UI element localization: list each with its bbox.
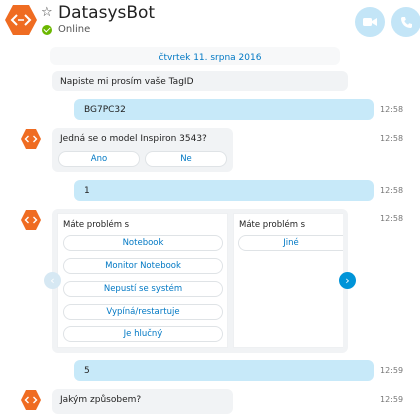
message-text: Jakým způsobem? — [60, 395, 142, 405]
card-option-button[interactable]: Jiné — [238, 235, 343, 251]
message-time: 12:58 — [380, 186, 404, 195]
audio-call-button[interactable] — [391, 7, 420, 37]
chevron-right-icon: › — [345, 274, 350, 287]
bot-avatar-icon — [21, 129, 41, 149]
card-option-button[interactable]: Nepustí se systém — [63, 281, 223, 297]
card-option-button[interactable]: Je hlučný — [63, 326, 223, 342]
card-option-button[interactable]: Monitor Notebook — [63, 258, 223, 274]
user-message: BG7PC32 — [74, 99, 374, 120]
phone-icon — [400, 16, 412, 28]
card-title: Máte problém s — [63, 220, 130, 230]
carousel-card: Máte problém s — [233, 213, 343, 348]
message-text: 1 — [84, 186, 90, 196]
card-option-button[interactable]: Vypíná/restartuje — [63, 304, 223, 320]
message-time: 12:58 — [380, 134, 404, 143]
message-time: 12:59 — [380, 366, 404, 375]
message-time: 12:59 — [380, 395, 404, 404]
online-status-icon — [42, 25, 52, 35]
star-icon[interactable]: ☆ — [41, 5, 53, 20]
card-option-button[interactable]: Notebook — [63, 235, 223, 251]
contact-name: DatasysBot — [58, 3, 156, 23]
bot-avatar-icon — [21, 210, 41, 230]
message-text: 5 — [84, 366, 90, 376]
choice-button-ano[interactable]: Ano — [58, 151, 140, 167]
message-text: Napiste mi prosím vaše TagID — [60, 77, 194, 87]
chat-header: ☆ DatasysBot Online — [0, 0, 420, 44]
video-camera-icon — [363, 18, 377, 26]
message-text: Jedná se o model Inspiron 3543? — [60, 134, 207, 144]
carousel-next-button[interactable]: › — [339, 272, 356, 289]
user-message: 5 — [74, 360, 374, 381]
bot-message: Jakým způsobem? — [52, 389, 233, 414]
message-time: 12:58 — [380, 105, 404, 114]
user-message: 1 — [74, 180, 374, 201]
carousel-prev-button[interactable]: ‹ — [44, 272, 61, 289]
video-call-button[interactable] — [355, 7, 385, 37]
date-divider: čtvrtek 11. srpna 2016 — [158, 53, 262, 63]
bot-avatar-icon[interactable] — [4, 3, 38, 37]
bot-avatar-icon — [21, 390, 41, 410]
choice-button-ne[interactable]: Ne — [145, 151, 227, 167]
card-title: Máte problém s — [239, 220, 306, 230]
message-time: 12:58 — [380, 214, 404, 223]
bot-message: Napiste mi prosím vaše TagID — [52, 71, 348, 91]
contact-status: Online — [58, 24, 91, 35]
chevron-left-icon: ‹ — [50, 274, 55, 287]
message-text: BG7PC32 — [84, 105, 126, 115]
